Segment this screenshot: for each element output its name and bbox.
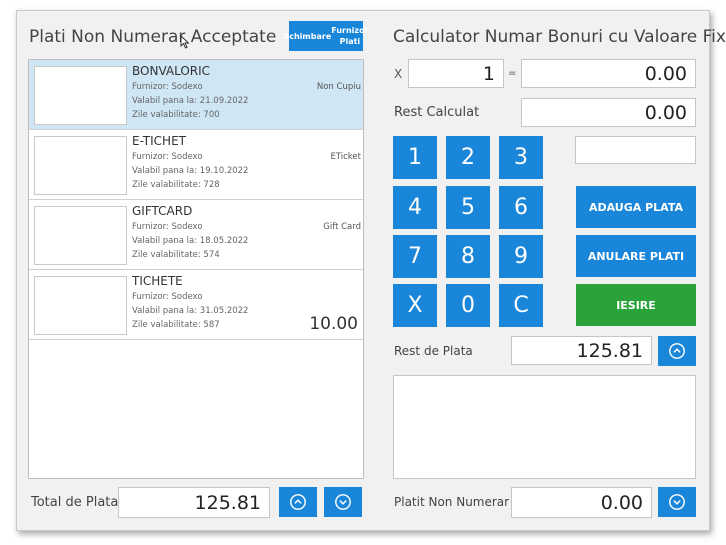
- keypad-0[interactable]: 0: [446, 284, 490, 327]
- total-field[interactable]: 125.81: [118, 487, 270, 518]
- voucher-supplier: Furnizor: Sodexo: [132, 82, 203, 92]
- paid-non-cash-down-button[interactable]: [658, 487, 696, 517]
- voucher-supplier: Furnizor: Sodexo: [132, 222, 203, 232]
- total-scroll-down-button[interactable]: [324, 487, 362, 517]
- change-supplier-label-line2: Furnizor Plati: [331, 26, 369, 46]
- voucher-item-bonvaloric[interactable]: BONVALORIC Furnizor: Sodexo Valabil pana…: [29, 60, 363, 130]
- voucher-item-giftcard[interactable]: GIFTCARD Furnizor: Sodexo Valabil pana l…: [29, 200, 363, 270]
- voucher-thumbnail: [34, 136, 127, 195]
- keypad-2[interactable]: 2: [446, 136, 490, 179]
- voucher-thumbnail: [34, 206, 127, 265]
- exit-button[interactable]: IESIRE: [576, 284, 696, 326]
- left-panel-title: Plati Non Numerar Acceptate: [29, 27, 277, 47]
- voucher-list[interactable]: BONVALORIC Furnizor: Sodexo Valabil pana…: [28, 59, 364, 479]
- voucher-thumbnail: [34, 66, 127, 125]
- paid-non-cash-field: 0.00: [511, 487, 652, 518]
- voucher-code: ETicket: [330, 152, 361, 162]
- keypad-multiply[interactable]: X: [393, 284, 437, 327]
- cancel-payments-button[interactable]: ANULARE PLATI: [576, 235, 696, 277]
- chevron-up-circle-icon: [290, 494, 306, 510]
- rest-to-pay-up-button[interactable]: [658, 336, 696, 366]
- change-supplier-label-line1: Schimbare: [283, 31, 332, 41]
- keypad-8[interactable]: 8: [446, 235, 490, 278]
- equals-sign: =: [508, 68, 517, 79]
- keypad-5[interactable]: 5: [446, 186, 490, 229]
- auxiliary-input[interactable]: [575, 136, 696, 164]
- paid-non-cash-label: Platit Non Numerar: [394, 495, 510, 509]
- product-value-field: 0.00: [521, 59, 696, 88]
- keypad-4[interactable]: 4: [393, 186, 437, 229]
- rest-calculated-label: Rest Calculat: [394, 105, 480, 120]
- add-payment-button[interactable]: ADAUGA PLATA: [576, 186, 696, 228]
- payments-list[interactable]: [393, 375, 696, 479]
- chevron-down-circle-icon: [669, 494, 685, 510]
- voucher-amount: 10.00: [309, 314, 358, 334]
- keypad-clear[interactable]: C: [499, 284, 543, 327]
- voucher-valid-until: Valabil pana la: 18.05.2022: [132, 236, 249, 246]
- voucher-code: Non Cupiu: [316, 82, 361, 92]
- voucher-code: Gift Card: [323, 222, 361, 232]
- voucher-valid-until: Valabil pana la: 19.10.2022: [132, 166, 249, 176]
- keypad-7[interactable]: 7: [393, 235, 437, 278]
- rest-to-pay-field: 125.81: [511, 336, 652, 365]
- keypad-6[interactable]: 6: [499, 186, 543, 229]
- chevron-up-circle-icon: [669, 343, 685, 359]
- quantity-input[interactable]: 1: [408, 59, 504, 88]
- voucher-supplier: Furnizor: Sodexo: [132, 152, 203, 162]
- mouse-cursor-icon: [180, 35, 190, 49]
- rest-calculated-field: 0.00: [521, 98, 696, 127]
- payment-window: Plati Non Numerar Acceptate Schimbare Fu…: [16, 10, 726, 531]
- keypad-1[interactable]: 1: [393, 136, 437, 179]
- voucher-item-e-tichet[interactable]: E-TICHET Furnizor: Sodexo Valabil pana l…: [29, 130, 363, 200]
- voucher-validity-days: Zile valabilitate: 728: [132, 180, 220, 190]
- voucher-valid-until: Valabil pana la: 21.09.2022: [132, 96, 249, 106]
- voucher-name: E-TICHET: [132, 134, 186, 148]
- voucher-name: TICHETE: [132, 274, 183, 288]
- chevron-down-circle-icon: [335, 494, 351, 510]
- total-label: Total de Plata: [31, 495, 119, 510]
- voucher-name: BONVALORIC: [132, 64, 211, 78]
- voucher-valid-until: Valabil pana la: 31.05.2022: [132, 306, 249, 316]
- multiply-label: X: [394, 67, 403, 81]
- right-panel-title: Calculator Numar Bonuri cu Valoare Fixa: [393, 27, 726, 47]
- rest-to-pay-label: Rest de Plata: [394, 344, 473, 358]
- voucher-thumbnail: [34, 276, 127, 335]
- change-supplier-button[interactable]: Schimbare Furnizor Plati: [283, 21, 369, 51]
- voucher-name: GIFTCARD: [132, 204, 193, 218]
- voucher-validity-days: Zile valabilitate: 587: [132, 320, 220, 330]
- voucher-item-tichete[interactable]: TICHETE Furnizor: Sodexo Valabil pana la…: [29, 270, 363, 340]
- voucher-supplier: Furnizor: Sodexo: [132, 292, 203, 302]
- keypad-3[interactable]: 3: [499, 136, 543, 179]
- voucher-validity-days: Zile valabilitate: 700: [132, 110, 220, 120]
- keypad-9[interactable]: 9: [499, 235, 543, 278]
- voucher-validity-days: Zile valabilitate: 574: [132, 250, 220, 260]
- total-scroll-up-button[interactable]: [279, 487, 317, 517]
